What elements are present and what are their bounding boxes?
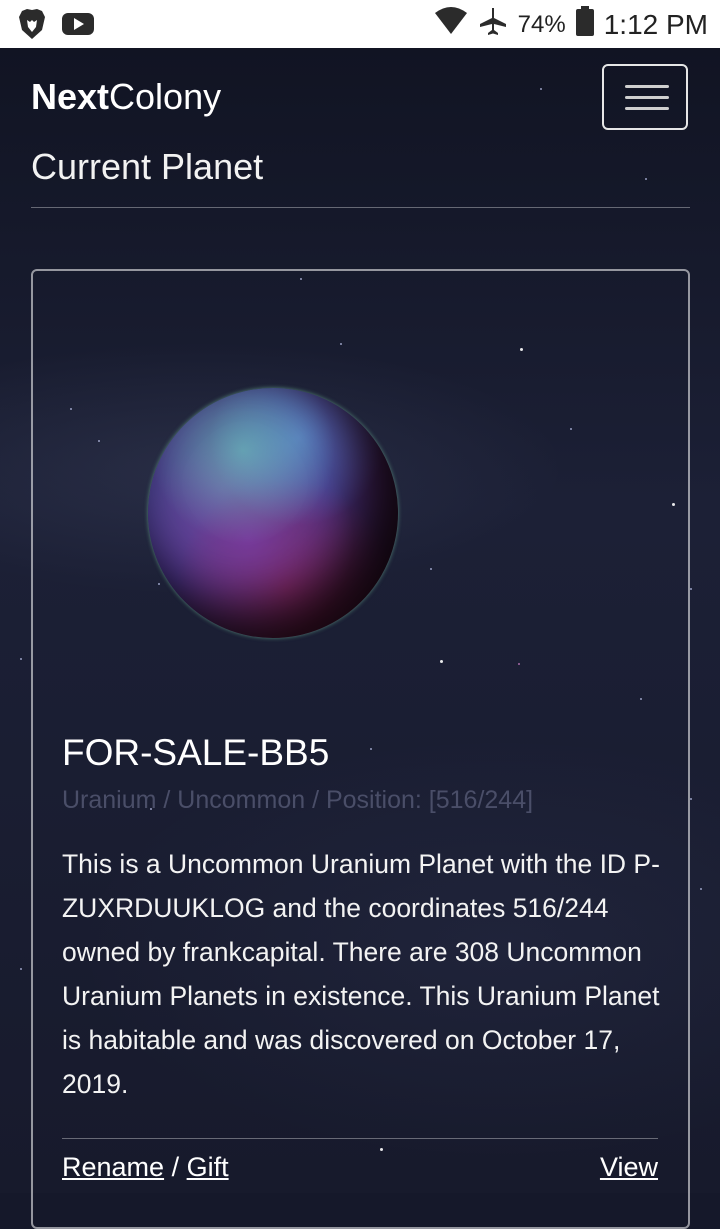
divider [62, 1138, 658, 1139]
airplane-icon [478, 6, 508, 43]
rename-link[interactable]: Rename [62, 1152, 164, 1182]
hamburger-icon [625, 85, 669, 88]
status-bar: 74% 1:12 PM [0, 0, 720, 48]
divider [31, 207, 690, 208]
hamburger-menu-button[interactable] [602, 64, 688, 130]
planet-description: This is a Uncommon Uranium Planet with t… [62, 849, 660, 1099]
youtube-icon [62, 12, 94, 41]
planet-image [148, 388, 398, 638]
planet-meta: Uranium / Uncommon / Position: [516/244] [62, 786, 534, 814]
planet-name: FOR-SALE-BB5 [62, 732, 330, 773]
brave-lion-icon [18, 8, 46, 45]
view-link[interactable]: View [600, 1152, 658, 1182]
battery-percent: 74% [517, 10, 566, 38]
gift-link[interactable]: Gift [187, 1152, 229, 1182]
brand-logo[interactable]: NextColony [31, 76, 221, 118]
view-action: View [600, 1152, 658, 1183]
action-separator: / [171, 1152, 180, 1182]
wifi-icon [434, 7, 468, 42]
battery-icon [575, 6, 594, 43]
clock: 1:12 PM [603, 8, 708, 40]
page-title: Current Planet [31, 146, 264, 187]
planet-actions: Rename / Gift [62, 1152, 229, 1183]
